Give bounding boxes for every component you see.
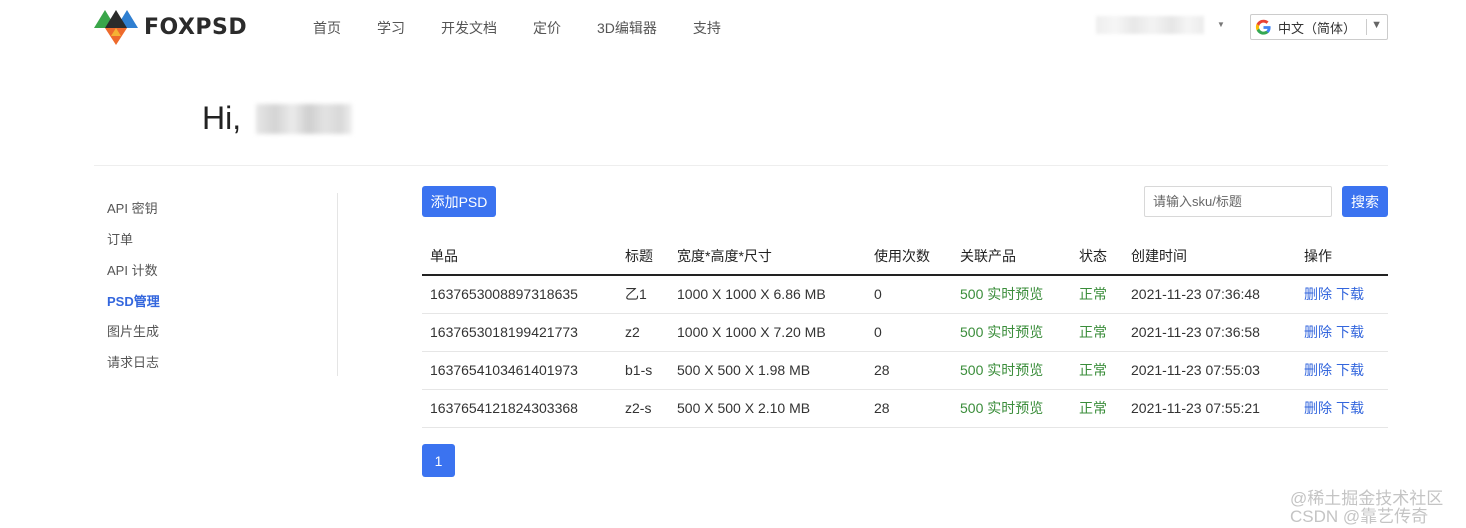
language-selector[interactable]: 中文（简体） ▼ <box>1250 14 1388 40</box>
logo[interactable]: FOXPSD <box>94 8 247 46</box>
header-actions: 操作 <box>1296 238 1388 276</box>
table-row: 1637654103461401973 b1-s 500 X 500 X 1.9… <box>422 351 1388 390</box>
cell-created: 2021-11-23 07:55:03 <box>1123 351 1296 390</box>
nav-home[interactable]: 首页 <box>313 18 341 38</box>
google-g-icon <box>1255 19 1271 35</box>
cell-actions: 删除 下载 <box>1296 313 1388 352</box>
cell-title: z2-s <box>617 389 669 428</box>
cell-sku: 1637654103461401973 <box>422 351 617 390</box>
foxpsd-logo-icon <box>94 10 138 45</box>
cell-size: 1000 X 1000 X 6.86 MB <box>669 275 866 314</box>
cell-product-link[interactable]: 500 实时预览 <box>952 275 1071 314</box>
cell-product-link[interactable]: 500 实时预览 <box>952 389 1071 428</box>
cell-status: 正常 <box>1071 275 1123 314</box>
header-sku: 单品 <box>422 238 617 276</box>
greeting: Hi, <box>202 100 242 136</box>
username-redacted <box>256 104 352 134</box>
top-header: FOXPSD 首页 学习 开发文档 定价 3D编辑器 支持 ▼ 中文（简体） ▼ <box>0 0 1466 54</box>
cell-uses: 28 <box>866 351 952 390</box>
sidebar: API 密钥 订单 API 计数 PSD管理 图片生成 请求日志 <box>94 193 338 376</box>
header-product: 关联产品 <box>952 238 1071 276</box>
header-title: 标题 <box>617 238 669 276</box>
cell-title: b1-s <box>617 351 669 390</box>
header-uses: 使用次数 <box>866 238 952 276</box>
cell-size: 500 X 500 X 2.10 MB <box>669 389 866 428</box>
cell-size: 1000 X 1000 X 7.20 MB <box>669 313 866 352</box>
cell-uses: 0 <box>866 313 952 352</box>
sidebar-item-psd-management[interactable]: PSD管理 <box>107 291 160 310</box>
cell-sku: 1637653008897318635 <box>422 275 617 314</box>
cell-product-link[interactable]: 500 实时预览 <box>952 313 1071 352</box>
cell-actions: 删除 下载 <box>1296 275 1388 314</box>
nav-docs[interactable]: 开发文档 <box>441 18 497 38</box>
cell-created: 2021-11-23 07:36:58 <box>1123 313 1296 352</box>
add-psd-button[interactable]: 添加PSD <box>422 186 496 217</box>
download-link[interactable]: 下载 <box>1336 400 1364 416</box>
sidebar-item-api-count[interactable]: API 计数 <box>107 260 158 279</box>
sidebar-item-orders[interactable]: 订单 <box>107 229 133 248</box>
table-row: 1637653018199421773 z2 1000 X 1000 X 7.2… <box>422 313 1388 352</box>
cell-created: 2021-11-23 07:55:21 <box>1123 389 1296 428</box>
header-size: 宽度*高度*尺寸 <box>669 238 866 276</box>
watermark: @稀土掘金技术社区 CSDN @靠艺传奇 <box>1290 490 1443 526</box>
main-nav: 首页 学习 开发文档 定价 3D编辑器 支持 <box>313 18 757 38</box>
cell-actions: 删除 下载 <box>1296 389 1388 428</box>
cell-title: z2 <box>617 313 669 352</box>
language-label: 中文（简体） <box>1278 20 1357 36</box>
delete-link[interactable]: 删除 <box>1304 362 1332 378</box>
cell-product-link[interactable]: 500 实时预览 <box>952 351 1071 390</box>
delete-link[interactable]: 删除 <box>1304 286 1332 302</box>
psd-table: 单品 标题 宽度*高度*尺寸 使用次数 关联产品 状态 创建时间 操作 1637… <box>422 238 1388 428</box>
download-link[interactable]: 下载 <box>1336 286 1364 302</box>
search-button[interactable]: 搜索 <box>1342 186 1388 217</box>
cell-status: 正常 <box>1071 389 1123 428</box>
language-divider <box>1366 19 1367 35</box>
cell-created: 2021-11-23 07:36:48 <box>1123 275 1296 314</box>
search-input[interactable] <box>1144 186 1332 217</box>
download-link[interactable]: 下载 <box>1336 324 1364 340</box>
cell-title: 乙1 <box>617 275 669 314</box>
sidebar-item-api-key[interactable]: API 密钥 <box>107 198 158 217</box>
table-row: 1637654121824303368 z2-s 500 X 500 X 2.1… <box>422 389 1388 428</box>
download-link[interactable]: 下载 <box>1336 362 1364 378</box>
sidebar-item-request-log[interactable]: 请求日志 <box>107 352 159 371</box>
cell-uses: 28 <box>866 389 952 428</box>
header-created: 创建时间 <box>1123 238 1296 276</box>
cell-size: 500 X 500 X 1.98 MB <box>669 351 866 390</box>
cell-status: 正常 <box>1071 313 1123 352</box>
pagination-page-1[interactable]: 1 <box>422 444 455 477</box>
cell-sku: 1637653018199421773 <box>422 313 617 352</box>
logo-text: FOXPSD <box>144 14 248 40</box>
table-header-row: 单品 标题 宽度*高度*尺寸 使用次数 关联产品 状态 创建时间 操作 <box>422 238 1388 276</box>
nav-support[interactable]: 支持 <box>693 18 721 38</box>
cell-sku: 1637654121824303368 <box>422 389 617 428</box>
watermark-line-1: @稀土掘金技术社区 <box>1290 489 1444 508</box>
section-divider <box>94 165 1388 166</box>
dropdown-arrow-icon[interactable]: ▼ <box>1371 19 1382 31</box>
user-menu[interactable] <box>1096 16 1204 34</box>
cell-uses: 0 <box>866 275 952 314</box>
nav-pricing[interactable]: 定价 <box>533 18 561 38</box>
header-status: 状态 <box>1071 238 1123 276</box>
table-row: 1637653008897318635 乙1 1000 X 1000 X 6.8… <box>422 275 1388 314</box>
user-caret-icon[interactable]: ▼ <box>1217 20 1225 29</box>
cell-actions: 删除 下载 <box>1296 351 1388 390</box>
watermark-line-2: CSDN @靠艺传奇 <box>1290 507 1429 526</box>
nav-learn[interactable]: 学习 <box>377 18 405 38</box>
nav-3d-editor[interactable]: 3D编辑器 <box>597 18 657 38</box>
cell-status: 正常 <box>1071 351 1123 390</box>
delete-link[interactable]: 删除 <box>1304 400 1332 416</box>
sidebar-item-image-generation[interactable]: 图片生成 <box>107 321 159 340</box>
delete-link[interactable]: 删除 <box>1304 324 1332 340</box>
